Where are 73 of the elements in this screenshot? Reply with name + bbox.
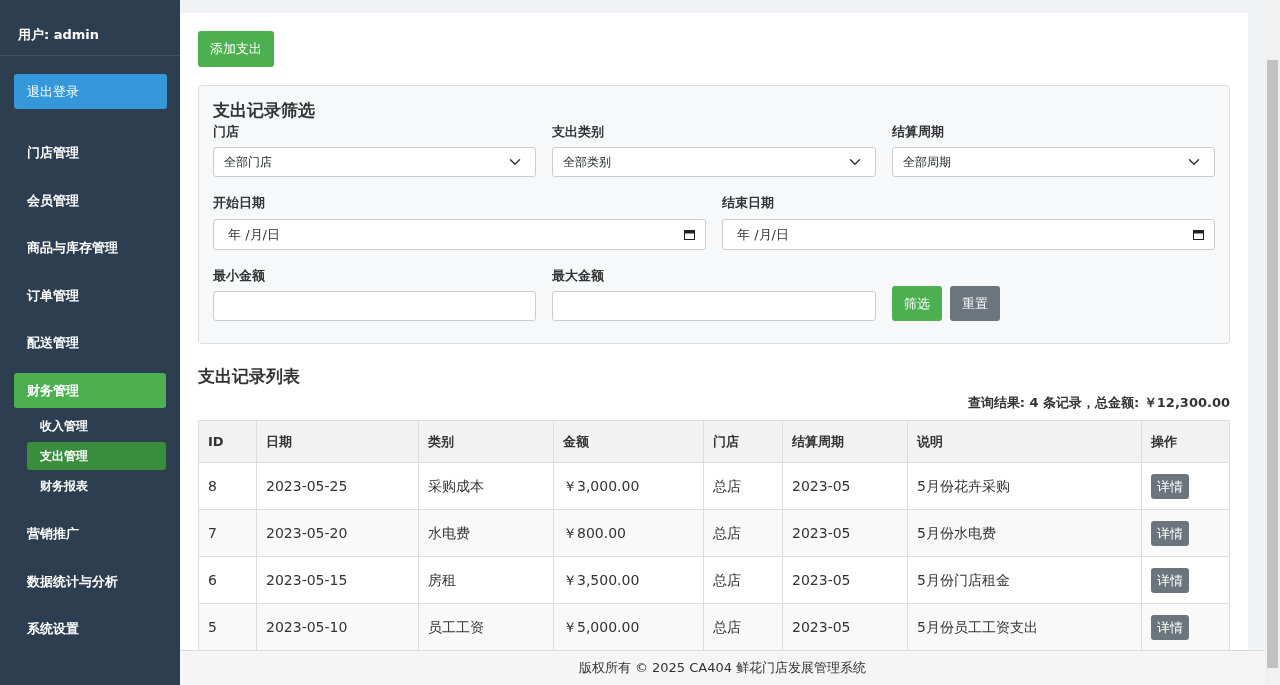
field-label: 最小金额 — [213, 266, 266, 285]
table-cell: 总店 — [703, 556, 783, 604]
table-cell: 5月份员工工资支出 — [907, 603, 1142, 650]
sidebar-item[interactable]: 会员管理 — [14, 182, 166, 218]
table-cell: 2023-05-20 — [256, 509, 419, 557]
sidebar-subitem[interactable]: 支出管理 — [27, 442, 166, 470]
table-cell: 7 — [198, 509, 257, 557]
select-field[interactable]: 全部周期 — [891, 147, 1215, 178]
column-header: 门店 — [703, 420, 783, 463]
calendar-icon[interactable] — [684, 228, 695, 240]
field-label: 开始日期 — [213, 194, 266, 213]
sidebar-subitem[interactable]: 财务报表 — [27, 472, 166, 500]
table-cell: ￥3,000.00 — [553, 462, 704, 510]
table-cell: 员工工资 — [418, 603, 554, 650]
field-label: 结算周期 — [891, 122, 945, 141]
sidebar-subitem[interactable]: 收入管理 — [27, 412, 166, 440]
table-cell: 2023-05 — [782, 509, 908, 557]
sidebar-item[interactable]: 门店管理 — [14, 135, 166, 171]
column-header: 类别 — [418, 420, 554, 463]
date-field[interactable]: 年 /月/日 — [722, 218, 1215, 250]
filter-title: 支出记录筛选 — [213, 99, 316, 120]
table-cell: ￥800.00 — [553, 509, 704, 557]
table-cell: 2023-05-10 — [256, 603, 419, 650]
table-cell: 2023-05 — [782, 603, 908, 650]
sidebar-item[interactable]: 数据统计与分析 — [14, 563, 166, 599]
scrollbar[interactable] — [1265, 0, 1280, 685]
table-cell: 房租 — [418, 556, 554, 604]
column-header: ID — [198, 420, 257, 463]
sidebar-item[interactable]: 商品与库存管理 — [14, 230, 166, 266]
table-cell: 6 — [198, 556, 257, 604]
table-cell: 8 — [198, 462, 257, 510]
detail-button[interactable]: 详情 — [1151, 614, 1189, 641]
select-field[interactable]: 全部类别 — [552, 147, 876, 178]
query-summary: 查询结果: 4 条记录，总金额: ￥12,300.00 — [966, 393, 1230, 412]
detail-button[interactable]: 详情 — [1151, 520, 1189, 547]
column-header: 日期 — [256, 420, 419, 463]
reset-button[interactable]: 重置 — [949, 285, 1000, 322]
table-cell: 采购成本 — [418, 462, 554, 510]
field-label: 最大金额 — [552, 266, 606, 285]
detail-button[interactable]: 详情 — [1151, 567, 1189, 594]
table-cell: 2023-05-25 — [256, 462, 419, 510]
field-label: 门店 — [213, 122, 240, 141]
sidebar-item[interactable]: 订单管理 — [14, 277, 166, 313]
table-cell: 2023-05 — [782, 462, 908, 510]
sidebar-item[interactable]: 营销推广 — [14, 516, 166, 552]
column-header: 金额 — [553, 420, 704, 463]
table-cell: 2023-05-15 — [256, 556, 419, 604]
table-cell: 水电费 — [418, 509, 554, 557]
table-cell: 5月份花卉采购 — [907, 462, 1142, 510]
column-header: 结算周期 — [782, 420, 908, 463]
field-label: 结束日期 — [722, 194, 775, 213]
table-cell: 5月份水电费 — [907, 509, 1142, 557]
list-title: 支出记录列表 — [198, 366, 301, 387]
sidebar-item[interactable]: 配送管理 — [14, 325, 166, 361]
amount-input[interactable] — [213, 291, 537, 322]
calendar-icon[interactable] — [1193, 228, 1204, 240]
amount-input[interactable] — [552, 291, 876, 322]
table-cell: ￥5,000.00 — [553, 603, 704, 650]
column-header: 说明 — [907, 420, 1142, 463]
table-cell: 总店 — [703, 462, 783, 510]
table-cell: ￥3,500.00 — [553, 556, 704, 604]
table-cell: 5月份门店租金 — [907, 556, 1142, 604]
footer-text: 版权所有 © 2025 CA404 鲜花门店发展管理系统 — [180, 650, 1265, 685]
field-label: 支出类别 — [552, 122, 606, 141]
column-header: 操作 — [1141, 420, 1230, 463]
table-cell: 2023-05 — [782, 556, 908, 604]
table-cell: 总店 — [703, 509, 783, 557]
table-cell: 总店 — [703, 603, 783, 650]
detail-button[interactable]: 详情 — [1151, 473, 1189, 500]
table-cell: 5 — [198, 603, 257, 650]
select-field[interactable]: 全部门店 — [213, 147, 537, 178]
date-field[interactable]: 年 /月/日 — [213, 218, 706, 250]
sidebar-item[interactable]: 系统设置 — [14, 611, 166, 647]
